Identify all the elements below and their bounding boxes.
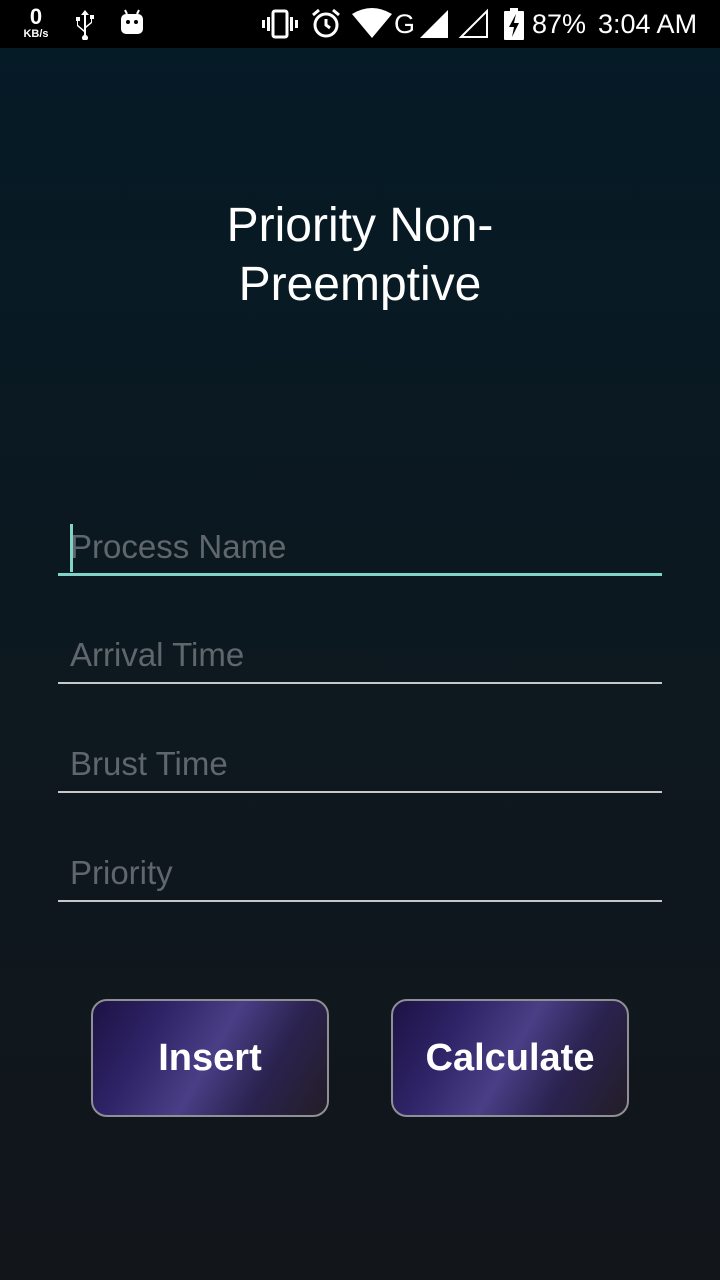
battery-percent: 87% <box>532 9 587 39</box>
calculate-button[interactable]: Calculate <box>391 999 629 1117</box>
android-debug-icon <box>118 8 146 43</box>
battery-charging-icon <box>504 8 524 45</box>
burst-time-input[interactable] <box>58 737 662 793</box>
wifi-icon <box>352 8 392 45</box>
text-cursor <box>70 524 73 572</box>
network-type-label: G <box>394 9 416 39</box>
status-bar: 0 KB/s G 87% 3:04 AM <box>0 0 720 48</box>
arrival-time-field <box>58 628 662 688</box>
arrival-time-input[interactable] <box>58 628 662 684</box>
vibrate-icon <box>262 8 298 45</box>
usb-icon <box>72 8 98 45</box>
signal-empty-icon <box>458 8 490 45</box>
page-title-line-2: Preemptive <box>238 258 482 311</box>
priority-input[interactable] <box>58 846 662 902</box>
network-speed-unit: KB/s <box>23 28 49 40</box>
priority-field <box>58 846 662 906</box>
network-speed: 0 KB/s <box>18 6 54 40</box>
process-name-input[interactable] <box>58 520 662 576</box>
alarm-icon <box>310 8 342 45</box>
page-title-line-1: Priority Non- <box>226 199 494 252</box>
clock-time: 3:04 AM <box>598 9 698 39</box>
signal-icon <box>418 8 450 45</box>
burst-time-field <box>58 737 662 797</box>
page-title: Priority Non- Preemptive <box>0 196 720 314</box>
network-speed-value: 0 <box>29 4 43 29</box>
process-name-field <box>58 520 662 580</box>
insert-button[interactable]: Insert <box>91 999 329 1117</box>
